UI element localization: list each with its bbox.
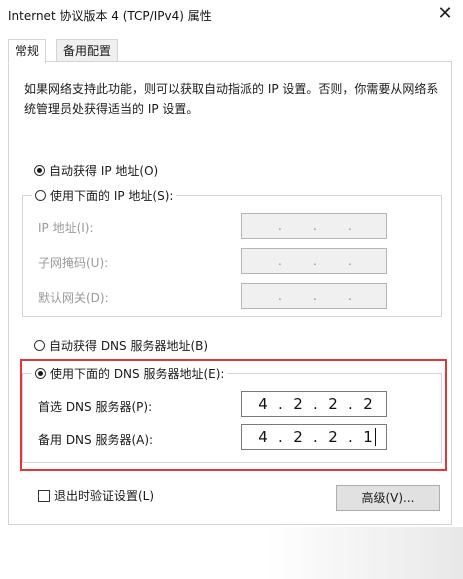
validate-settings-label: 退出时验证设置(L) <box>54 489 155 503</box>
radio-auto-ip-label: 自动获得 IP 地址(O) <box>49 164 159 178</box>
default-gateway-input[interactable]: . . . <box>241 283 387 309</box>
radio-auto-dns-indicator[interactable] <box>34 340 45 351</box>
default-gateway-label: 默认网关(D): <box>38 291 109 305</box>
tab-general[interactable]: 常规 <box>8 39 47 64</box>
dns-highlight-box <box>20 359 447 471</box>
radio-auto-dns-label: 自动获得 DNS 服务器地址(B) <box>49 339 209 353</box>
tab-alternate-config[interactable]: 备用配置 <box>56 39 119 63</box>
ip-address-input[interactable]: . . . <box>241 213 387 239</box>
description-text: 如果网络支持此功能，则可以获取自动指派的 IP 设置。否则，你需要从网络系统管理… <box>24 82 439 116</box>
ip-address-label: IP 地址(I): <box>38 221 94 235</box>
validate-settings-checkbox-box[interactable] <box>38 489 50 502</box>
advanced-button[interactable]: 高级(V)... <box>336 485 440 511</box>
subnet-mask-label: 子网掩码(U): <box>38 256 109 270</box>
radio-auto-ip-indicator[interactable] <box>34 165 45 176</box>
radio-auto-dns[interactable]: 自动获得 DNS 服务器地址(B) <box>34 337 208 354</box>
radio-manual-ip-indicator[interactable] <box>35 190 46 201</box>
footer-shade <box>265 527 463 579</box>
validate-settings-checkbox[interactable]: 退出时验证设置(L) <box>38 487 154 504</box>
radio-manual-ip-label: 使用下面的 IP 地址(S): <box>50 189 174 203</box>
radio-auto-ip[interactable]: 自动获得 IP 地址(O) <box>34 162 158 179</box>
window-title: Internet 协议版本 4 (TCP/IPv4) 属性 <box>8 9 212 23</box>
subnet-mask-input[interactable]: . . . <box>241 248 387 274</box>
close-icon[interactable]: ✕ <box>432 2 458 26</box>
radio-manual-ip[interactable]: 使用下面的 IP 地址(S): <box>32 187 177 204</box>
